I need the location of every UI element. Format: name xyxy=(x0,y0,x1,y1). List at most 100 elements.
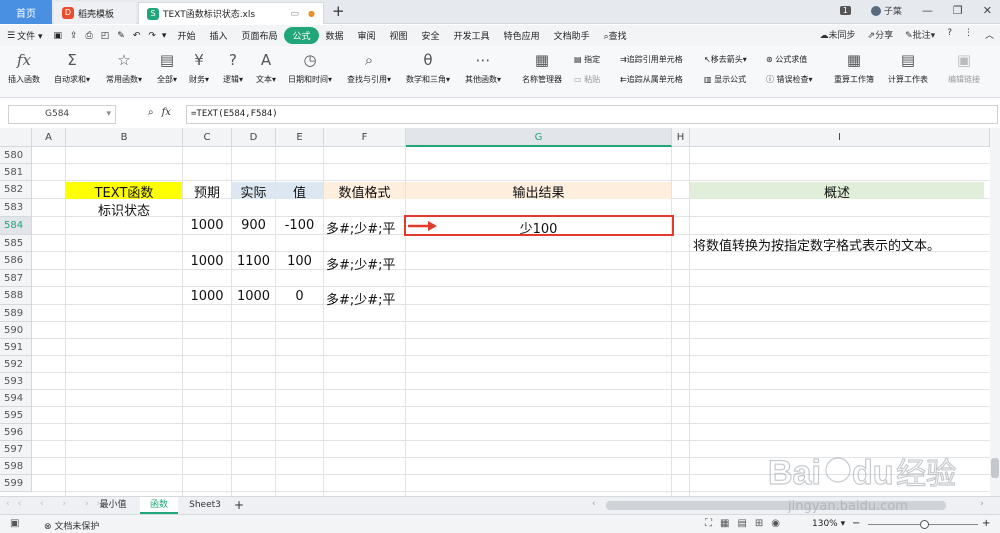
export-icon[interactable]: ⇪ xyxy=(66,31,82,41)
vertical-scroll-thumb[interactable] xyxy=(991,458,999,478)
menu-start[interactable]: 开始 xyxy=(170,29,202,42)
cell-e582[interactable]: 值 xyxy=(276,182,323,199)
menu-formulas[interactable]: 公式 xyxy=(284,27,319,44)
cell-f584[interactable]: 多#;少#;平 xyxy=(324,218,405,235)
col-header-g[interactable]: G xyxy=(406,128,672,147)
cell-e586[interactable]: 100 xyxy=(276,254,323,271)
col-header-h[interactable]: H xyxy=(672,128,690,147)
macro-icon[interactable]: ▣ xyxy=(10,518,19,529)
undo-icon[interactable]: ↶ xyxy=(129,31,145,41)
add-sheet-button[interactable]: + xyxy=(230,497,248,514)
menu-insert[interactable]: 插入 xyxy=(202,29,234,42)
cell-d582[interactable]: 实际 xyxy=(232,182,275,199)
select-all-corner[interactable] xyxy=(0,128,32,147)
unsaved-dot-icon[interactable]: ● xyxy=(308,9,315,18)
cell-b582[interactable]: TEXT函数 xyxy=(66,182,182,199)
col-header-e[interactable]: E xyxy=(276,128,324,147)
text-functions-button[interactable]: A 文本▾ xyxy=(255,50,277,85)
tab-file[interactable]: S TEXT函数标识状态.xls ▭ ● xyxy=(138,2,324,24)
error-check-button[interactable]: ⓘ 错误检查▾ xyxy=(766,74,813,85)
sheet-tab-min[interactable]: 最小值 xyxy=(88,497,138,514)
col-header-f[interactable]: F xyxy=(324,128,406,147)
preview-icon[interactable]: ◰ xyxy=(97,31,114,41)
close-icon[interactable]: ✕ xyxy=(983,4,992,17)
user-account[interactable]: 子葉 xyxy=(870,4,902,17)
view-mode-icons[interactable]: ⛶▦▤⊞◉ xyxy=(705,518,788,529)
menu-view[interactable]: 视图 xyxy=(383,29,415,42)
scroll-left-icon[interactable]: ‹ xyxy=(592,499,596,509)
common-functions-button[interactable]: ☆ 常用函数▾ xyxy=(106,50,142,85)
restore-icon[interactable]: ❐ xyxy=(953,4,963,17)
datetime-button[interactable]: ◷ 日期和时间▾ xyxy=(288,50,332,85)
cell-d588[interactable]: 1000 xyxy=(232,289,275,306)
cell-f588[interactable]: 多#;少#;平 xyxy=(324,289,405,306)
menu-developer[interactable]: 开发工具 xyxy=(447,29,497,42)
formula-input[interactable]: =TEXT(E584,F584) xyxy=(186,105,998,124)
vertical-scrollbar[interactable] xyxy=(990,128,1000,496)
cell-i582[interactable]: 概述 xyxy=(690,182,984,199)
math-button[interactable]: θ 数学和三角▾ xyxy=(406,50,450,85)
cell-c584[interactable]: 1000 xyxy=(183,218,231,235)
cell-c588[interactable]: 1000 xyxy=(183,289,231,306)
menu-page-layout[interactable]: 页面布局 xyxy=(234,29,284,42)
row-header-586[interactable]: 586 xyxy=(0,252,32,270)
protection-status[interactable]: ⊗ 文档未保护 xyxy=(44,519,99,532)
zoom-search-icon[interactable]: ⌕ xyxy=(148,107,154,118)
tab-home[interactable]: 首页 xyxy=(0,0,52,24)
other-functions-button[interactable]: ⋯ 其他函数▾ xyxy=(465,50,501,85)
paste-button[interactable]: ▭ 粘贴 xyxy=(574,74,600,85)
specify-button[interactable]: ▤ 指定 xyxy=(574,54,600,65)
row-header-582[interactable]: 582 xyxy=(0,181,32,199)
cell-f586[interactable]: 多#;少#;平 xyxy=(324,254,405,271)
cell-e584[interactable]: -100 xyxy=(276,218,323,235)
save-icon[interactable]: ▣ xyxy=(49,31,66,41)
col-header-b[interactable]: B xyxy=(66,128,183,147)
row-header-599[interactable]: 599 xyxy=(0,475,32,492)
chevron-down-icon[interactable]: ▾ xyxy=(106,106,111,123)
col-header-c[interactable]: C xyxy=(183,128,232,147)
zoom-in-icon[interactable]: + xyxy=(982,518,990,529)
col-header-i[interactable]: I xyxy=(690,128,990,147)
logic-button[interactable]: ? 逻辑▾ xyxy=(222,50,244,85)
zoom-out-icon[interactable]: − xyxy=(852,518,860,529)
col-header-d[interactable]: D xyxy=(232,128,276,147)
menu-icon[interactable]: ☰ xyxy=(0,31,17,41)
row-header-590[interactable]: 590 xyxy=(0,322,32,339)
row-header-589[interactable]: 589 xyxy=(0,305,32,322)
menu-doc-assistant[interactable]: 文档助手 xyxy=(547,29,597,42)
recalc-workbook-button[interactable]: ▦ 重算工作簿 xyxy=(834,50,874,85)
share-button[interactable]: ⇗分享 xyxy=(868,28,894,41)
row-header-581[interactable]: 581 xyxy=(0,164,32,181)
row-header-595[interactable]: 595 xyxy=(0,407,32,424)
row-header-580[interactable]: 580 xyxy=(0,147,32,164)
row-header-591[interactable]: 591 xyxy=(0,339,32,356)
comment-button[interactable]: ✎批注▾ xyxy=(905,28,935,41)
name-manager-button[interactable]: ▦ 名称管理器 xyxy=(522,50,562,85)
monitor-icon[interactable]: ▭ xyxy=(290,9,299,19)
row-header-593[interactable]: 593 xyxy=(0,373,32,390)
trace-precedents-button[interactable]: ⇉追踪引用单元格 xyxy=(620,54,683,65)
menu-review[interactable]: 审阅 xyxy=(351,29,383,42)
cell-c582[interactable]: 预期 xyxy=(183,182,231,199)
sheet-tab-functions[interactable]: 函数 xyxy=(140,497,178,514)
row-header-588[interactable]: 588 xyxy=(0,287,32,305)
tab-template[interactable]: D 稻壳模板 xyxy=(54,2,136,24)
row-header-585[interactable]: 585 xyxy=(0,235,32,252)
minimize-icon[interactable]: — xyxy=(922,4,933,17)
autosum-button[interactable]: Σ 自动求和▾ xyxy=(54,50,90,85)
row-header-584[interactable]: 584 xyxy=(0,217,32,235)
lookup-button[interactable]: ⌕ 查找与引用▾ xyxy=(347,50,391,85)
menu-file[interactable]: 文件 ▾ xyxy=(17,29,49,42)
finance-button[interactable]: ¥ 财务▾ xyxy=(188,50,210,85)
cell-e588[interactable]: 0 xyxy=(276,289,323,306)
help-icon[interactable]: ? xyxy=(947,28,952,41)
evaluate-formula-button[interactable]: ⊛ 公式求值 xyxy=(766,54,807,65)
all-functions-button[interactable]: ▤ 全部▾ xyxy=(156,50,178,85)
remove-arrows-button[interactable]: ↖移去箭头▾ xyxy=(704,54,747,65)
cell-i585[interactable]: 将数值转换为按指定数字格式表示的文本。 xyxy=(690,235,984,252)
menu-search[interactable]: ⌕查找 xyxy=(597,29,634,42)
collapse-ribbon-icon[interactable]: ︿ xyxy=(985,28,994,41)
quick-access-more-icon[interactable]: ▾ xyxy=(160,31,171,41)
insert-function-button[interactable]: fx 插入函数 xyxy=(8,50,40,85)
sync-status[interactable]: ☁未同步 xyxy=(820,28,856,41)
